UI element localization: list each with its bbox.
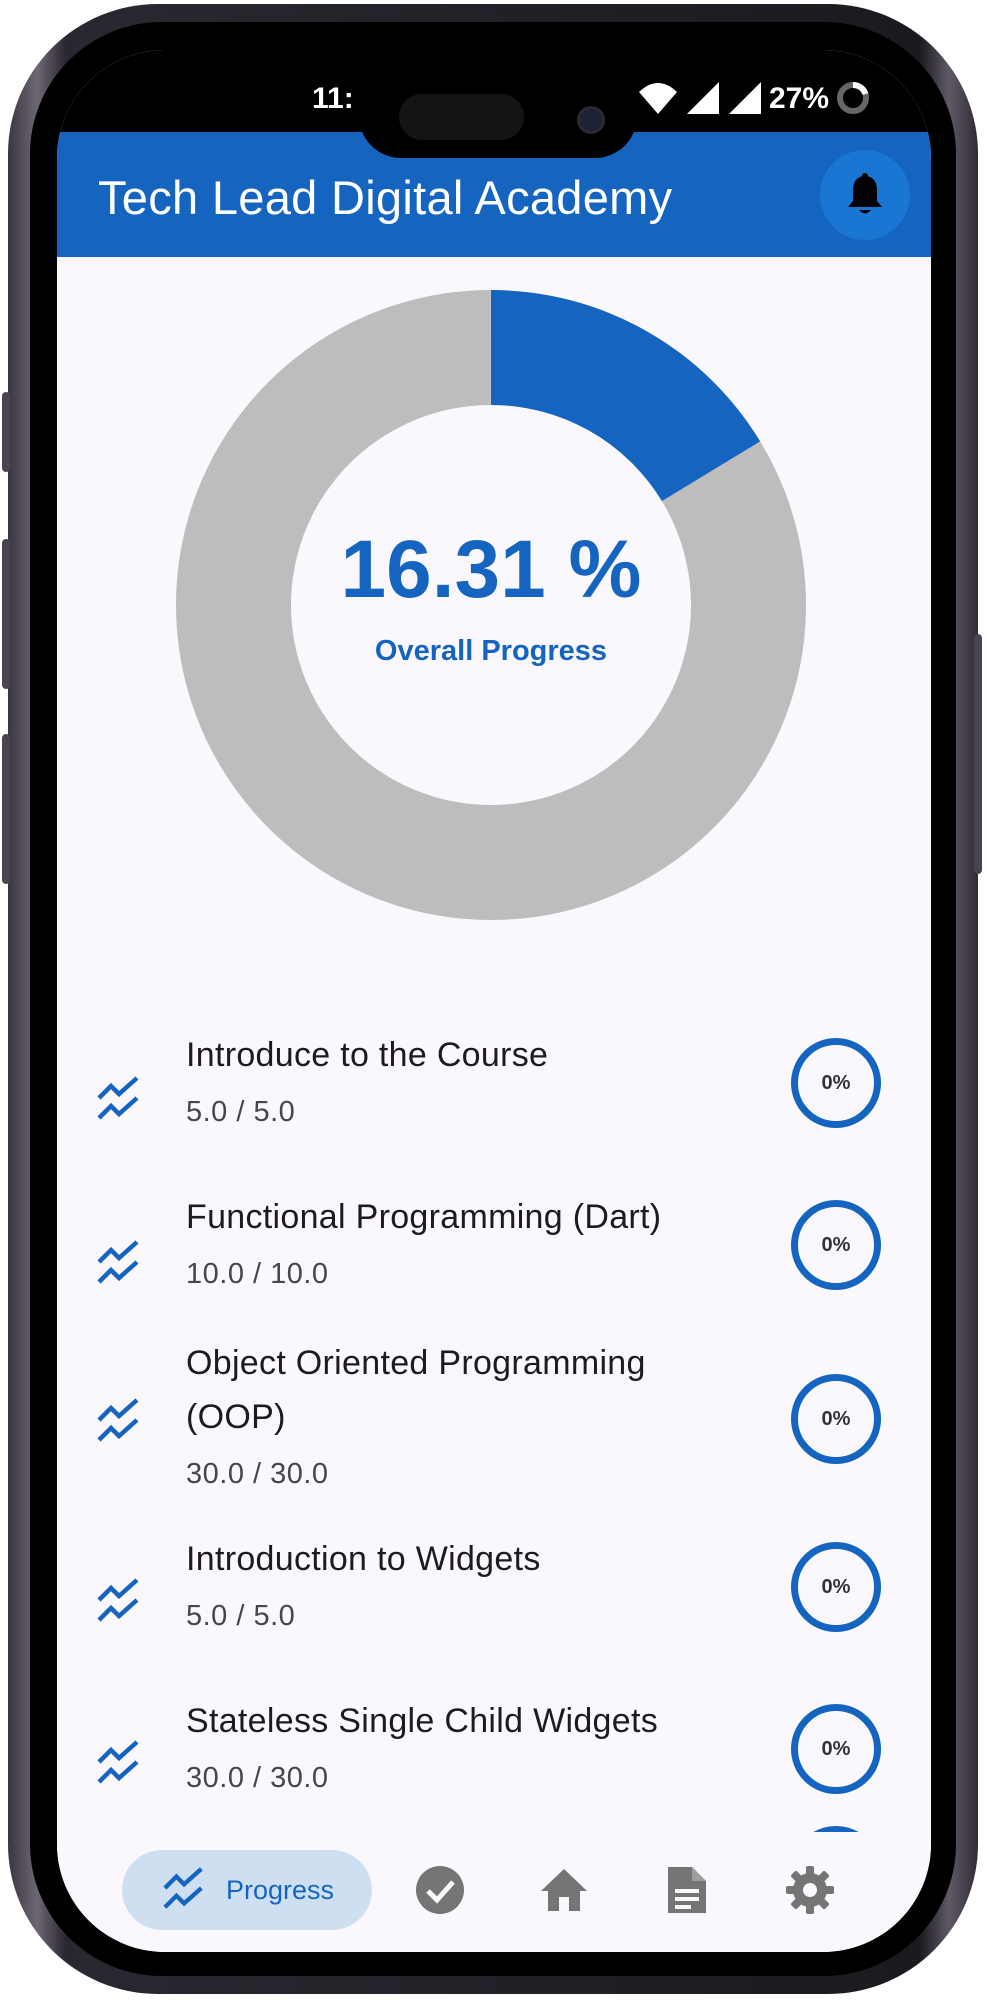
trending-up-icon — [97, 1578, 139, 1622]
overall-progress-label: Overall Progress — [374, 634, 608, 667]
signal-icon — [687, 82, 719, 114]
course-title: Object Oriented Programming (OOP) — [186, 1344, 646, 1436]
nav-settings[interactable] — [770, 1850, 850, 1930]
signal-icon-2 — [729, 82, 761, 114]
course-progress-ring: 0% — [791, 1374, 881, 1464]
nav-documents[interactable] — [646, 1850, 726, 1930]
app-title: Tech Lead Digital Academy — [98, 171, 673, 224]
course-title: Introduce to the Course — [186, 1036, 549, 1074]
overall-progress-chart: 16.31 % Overall Progress — [175, 290, 806, 920]
trending-up-icon — [163, 1867, 203, 1909]
mute-switch — [2, 392, 10, 472]
nav-progress[interactable]: Progress — [122, 1850, 372, 1930]
screen: 11: 27% Tech Lead Digital Academy 16.31 … — [57, 50, 931, 1952]
nav-completed[interactable] — [400, 1850, 480, 1930]
home-icon — [541, 1869, 587, 1911]
gear-icon — [786, 1866, 834, 1914]
bottom-navigation: Progress — [57, 1832, 931, 1952]
course-score: 30.0 / 30.0 — [186, 1458, 329, 1490]
document-icon — [668, 1867, 706, 1913]
dynamic-island — [359, 74, 637, 158]
course-title: Stateless Single Child Widgets — [186, 1702, 659, 1740]
course-title: Introduction to Widgets — [186, 1540, 541, 1578]
power-button — [974, 634, 982, 874]
trending-up-icon — [97, 1240, 139, 1284]
nav-home[interactable] — [524, 1850, 604, 1930]
course-score: 5.0 / 5.0 — [186, 1600, 296, 1632]
course-progress-ring: 0% — [791, 1704, 881, 1794]
bell-icon — [848, 173, 882, 214]
status-icons — [637, 78, 763, 118]
course-score: 10.0 / 10.0 — [186, 1258, 329, 1290]
volume-down-button — [2, 734, 10, 884]
notification-button[interactable] — [820, 150, 910, 240]
course-score: 5.0 / 5.0 — [186, 1096, 296, 1128]
wifi-icon — [639, 83, 677, 114]
front-camera — [577, 106, 605, 134]
volume-up-button — [2, 539, 10, 689]
course-progress-ring: 0% — [791, 1038, 881, 1128]
course-score: 30.0 / 30.0 — [186, 1762, 329, 1794]
island-sensor — [399, 94, 524, 140]
trending-up-icon — [97, 1398, 139, 1442]
status-time: 11: — [312, 82, 354, 115]
course-title: Functional Programming (Dart) — [186, 1198, 662, 1236]
overall-progress-value: 16.31 % — [340, 523, 642, 615]
battery-percent: 27% — [769, 82, 830, 115]
check-circle-icon — [416, 1866, 464, 1914]
battery-icon — [837, 81, 869, 114]
trending-up-icon — [97, 1076, 139, 1120]
course-progress-ring: 0% — [791, 1542, 881, 1632]
course-progress-ring: 0% — [791, 1200, 881, 1290]
trending-up-icon — [97, 1740, 139, 1784]
donut-center: 16.31 % Overall Progress — [176, 290, 806, 920]
nav-progress-label: Progress — [225, 1874, 335, 1905]
